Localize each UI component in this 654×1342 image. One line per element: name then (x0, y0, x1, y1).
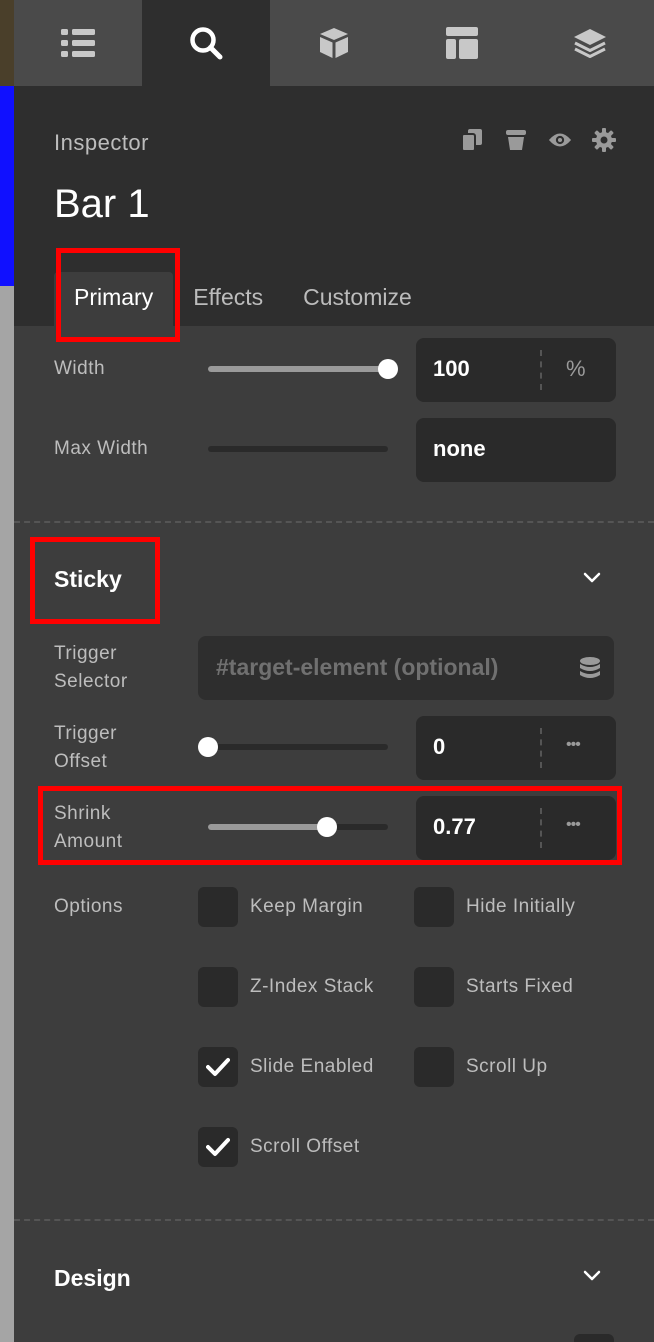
width-label: Width (54, 358, 106, 379)
trigger-selector-placeholder: #target-element (optional) (216, 654, 499, 680)
toolbar-layout-button[interactable] (398, 0, 526, 86)
database-icon[interactable] (578, 656, 602, 680)
hide-initially-label: Hide Initially (466, 896, 576, 917)
checkmark-icon (206, 1058, 230, 1076)
checkmark-icon (206, 1138, 230, 1156)
width-slider-fill (208, 366, 388, 372)
element-title: Bar 1 (54, 182, 150, 226)
toolbar-elements-button[interactable] (270, 0, 398, 86)
scroll-offset-checkbox[interactable] (198, 1127, 238, 1167)
tab-effects[interactable]: Effects (173, 272, 283, 326)
width-value: 100 (433, 356, 470, 381)
trigger-selector-input[interactable]: #target-element (optional) (198, 636, 614, 700)
edge-selection-indicator (0, 86, 14, 286)
max-width-value: none (433, 436, 486, 461)
edge-color-block (0, 0, 14, 86)
hide-initially-checkbox[interactable] (414, 887, 454, 927)
options-label: Options (54, 896, 123, 917)
highlight-primary-tab (56, 248, 180, 342)
trigger-selector-label: Trigger Selector (54, 643, 128, 692)
trigger-offset-slider[interactable] (198, 737, 388, 757)
section-divider (14, 521, 654, 523)
layers-icon (574, 29, 606, 58)
max-width-slider[interactable] (208, 446, 388, 452)
slide-enabled-checkbox[interactable] (198, 1047, 238, 1087)
trigger-offset-label: Trigger Offset (54, 723, 117, 772)
z-index-stack-label: Z-Index Stack (250, 976, 374, 997)
left-edge-strip (0, 0, 14, 1342)
starts-fixed-checkbox[interactable] (414, 967, 454, 1007)
toolbar-search-button[interactable] (142, 0, 270, 86)
chevron-down-icon[interactable] (580, 566, 604, 590)
slide-enabled-label: Slide Enabled (250, 1056, 374, 1077)
design-section-title[interactable]: Design (54, 1265, 131, 1292)
design-control-partial[interactable] (574, 1334, 614, 1342)
keep-margin-checkbox[interactable] (198, 887, 238, 927)
toolbar-list-button[interactable] (14, 0, 142, 86)
top-toolbar (14, 0, 654, 86)
width-divider (540, 350, 542, 390)
starts-fixed-label: Starts Fixed (466, 976, 574, 997)
trigger-offset-divider (540, 728, 542, 768)
trigger-offset-slider-handle[interactable] (198, 737, 218, 757)
more-options-icon[interactable]: ••• (566, 736, 581, 754)
inspector-label: Inspector (54, 130, 149, 155)
highlight-shrink-amount (38, 786, 622, 865)
search-icon (190, 27, 223, 60)
width-slider[interactable] (208, 359, 398, 379)
width-unit-select[interactable]: % (566, 356, 586, 382)
settings-icon[interactable] (592, 128, 616, 152)
duplicate-icon[interactable] (460, 128, 484, 152)
trigger-offset-input[interactable]: 0 ••• (416, 716, 616, 780)
highlight-sticky (30, 537, 160, 624)
chevron-down-icon[interactable] (580, 1264, 604, 1288)
delete-icon[interactable] (504, 128, 528, 152)
keep-margin-label: Keep Margin (250, 896, 364, 917)
width-slider-handle[interactable] (378, 359, 398, 379)
z-index-stack-checkbox[interactable] (198, 967, 238, 1007)
section-divider (14, 1219, 654, 1221)
trigger-offset-value: 0 (433, 734, 446, 759)
toolbar-layers-button[interactable] (526, 0, 654, 86)
inspector-actions (460, 128, 616, 152)
max-width-label: Max Width (54, 438, 149, 459)
width-input[interactable]: 100 % (416, 338, 616, 402)
max-width-input[interactable]: none (416, 418, 616, 482)
list-icon (61, 29, 95, 57)
scroll-up-checkbox[interactable] (414, 1047, 454, 1087)
layout-icon (446, 27, 478, 59)
cube-icon (320, 28, 348, 58)
scroll-up-label: Scroll Up (466, 1056, 548, 1077)
visibility-icon[interactable] (548, 128, 572, 152)
tab-customize[interactable]: Customize (283, 272, 432, 326)
scroll-offset-label: Scroll Offset (250, 1136, 360, 1157)
